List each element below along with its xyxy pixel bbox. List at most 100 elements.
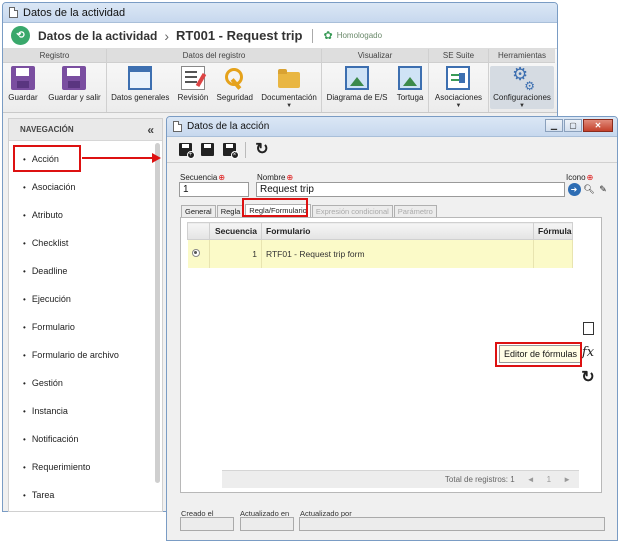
associations-icon — [446, 66, 471, 90]
nav-item-label: Instancia — [31, 406, 68, 416]
image-icon — [398, 66, 423, 90]
tab-expresion-condicional[interactable]: Expresión condicional — [311, 205, 393, 217]
nav-item-label: Gestión — [31, 378, 63, 388]
refresh-icon[interactable]: ↻ — [580, 367, 596, 387]
sequence-field[interactable]: 1 — [179, 182, 249, 197]
search-icon[interactable]: 🔍︎ — [582, 182, 596, 197]
updated-field — [240, 517, 294, 531]
io-diagram-button[interactable]: Diagrama de E/S — [324, 66, 391, 102]
next-page-button[interactable]: ► — [563, 475, 571, 484]
column-formulario[interactable]: Formulario — [261, 222, 534, 240]
document-icon — [9, 7, 18, 18]
bullet-icon: • — [23, 350, 26, 360]
nav-scrollbar[interactable] — [155, 143, 160, 483]
nav-item-label: Formulario de archivo — [31, 350, 119, 360]
table-row[interactable]: 1 RTF01 - Request trip form — [187, 239, 573, 268]
associations-button[interactable]: Asociaciones ▼ — [432, 66, 485, 109]
required-icon: ⊕ — [218, 173, 226, 182]
grid-footer: Total de registros: 1 ◄ 1 ► — [222, 470, 579, 488]
documentation-button[interactable]: Documentación ▼ — [258, 66, 320, 109]
bullet-icon: • — [23, 322, 26, 332]
chevron-down-icon: ▼ — [519, 103, 525, 109]
nav-item-tarea[interactable]: • Tarea — [9, 481, 162, 509]
chevron-down-icon: ▼ — [455, 103, 462, 109]
bullet-icon: • — [23, 462, 26, 472]
created-field — [180, 517, 234, 531]
tab-regla[interactable]: Regla — [216, 205, 245, 217]
navigation-header: NAVEGACIÓN « — [9, 119, 162, 141]
associations-label: Asociaciones — [434, 93, 483, 102]
minimize-button[interactable]: ▁ — [545, 119, 563, 132]
required-icon: ⊕ — [586, 173, 594, 182]
save-and-exit-button[interactable]: Guardar y salir — [45, 66, 103, 102]
nav-item-instancia[interactable]: • Instancia — [9, 397, 162, 425]
forms-table: Secuencia Formulario Fórmula 1 RTF01 - R… — [187, 222, 573, 268]
save-close-button[interactable]: × — [220, 141, 239, 159]
security-label: Seguridad — [216, 93, 254, 102]
configurations-button[interactable]: Configuraciones ▼ — [490, 64, 554, 109]
header-divider — [312, 28, 314, 43]
save-button[interactable]: Guardar — [5, 66, 40, 102]
save-button[interactable] — [198, 141, 216, 159]
nav-item-checklist[interactable]: • Checklist — [9, 229, 162, 257]
tab-parametro[interactable]: Parámetro — [393, 205, 437, 217]
nav-item-label: Atributo — [31, 210, 63, 220]
nav-item-label: Formulario — [31, 322, 75, 332]
turtle-button[interactable]: Tortuga — [394, 66, 427, 102]
breadcrumb-separator: › — [164, 27, 170, 44]
maximize-button[interactable]: ▢ — [564, 119, 582, 132]
highlight-tooltip — [495, 342, 582, 367]
bullet-icon: • — [23, 182, 26, 192]
bullet-icon: • — [23, 406, 26, 416]
column-formula[interactable]: Fórmula — [533, 222, 573, 240]
general-data-button[interactable]: Datos generales — [108, 66, 172, 102]
chevron-down-icon: ▼ — [286, 103, 293, 109]
window-controls: ▁ ▢ ✕ — [545, 119, 613, 132]
refresh-button[interactable]: ↻ — [253, 141, 271, 159]
column-select[interactable] — [187, 222, 210, 240]
nav-item-ejecucion[interactable]: • Ejecución — [9, 285, 162, 313]
close-button[interactable]: ✕ — [583, 119, 613, 132]
nav-item-label: Deadline — [31, 266, 68, 276]
navigation-list: • Acción • Asociación • Atributo • Checklist… — [9, 145, 162, 509]
cell-formula — [533, 239, 573, 268]
table-header: Secuencia Formulario Fórmula — [187, 222, 573, 240]
ribbon-toolbar: Registro Guardar Guardar y salir Datos d… — [3, 49, 557, 113]
collapse-icon[interactable]: « — [147, 123, 154, 137]
bullet-icon: • — [23, 238, 26, 248]
column-secuencia[interactable]: Secuencia — [209, 222, 262, 240]
prev-page-button[interactable]: ◄ — [527, 475, 535, 484]
view-form-icon[interactable] — [583, 322, 594, 335]
radio-button[interactable] — [191, 248, 200, 257]
tab-general[interactable]: General — [181, 205, 216, 217]
ribbon-group-title: Datos del registro — [107, 49, 321, 63]
formula-editor-icon[interactable]: fx — [580, 345, 596, 360]
nav-item-gestion[interactable]: • Gestión — [9, 369, 162, 397]
bullet-icon: • — [23, 490, 26, 500]
revision-button[interactable]: Revisión — [175, 66, 212, 102]
name-field[interactable]: Request trip — [256, 182, 565, 197]
nav-item-atributo[interactable]: • Atributo — [9, 201, 162, 229]
nav-item-deadline[interactable]: • Deadline — [9, 257, 162, 285]
nav-item-asociacion[interactable]: • Asociación — [9, 173, 162, 201]
document-icon — [173, 121, 182, 132]
nav-item-formulario[interactable]: • Formulario — [9, 313, 162, 341]
window-icon — [128, 66, 153, 90]
approved-icon: ✿ — [323, 30, 333, 42]
callout-arrow-line — [82, 157, 154, 159]
save-new-button[interactable]: + — [176, 141, 195, 159]
record-header: ⟲ Datos de la actividad › RT001 - Reques… — [3, 23, 557, 49]
row-radio[interactable] — [187, 239, 210, 268]
section-title: Datos de la actividad — [38, 28, 158, 43]
ribbon-group-visualizar: Visualizar Diagrama de E/S Tortuga — [322, 49, 429, 112]
nav-item-label: Requerimiento — [31, 462, 91, 472]
icon-picker[interactable]: ➜ — [567, 182, 581, 197]
clear-icon[interactable]: ✎ — [596, 182, 610, 197]
io-diagram-label: Diagrama de E/S — [326, 93, 388, 102]
nav-item-formulario-archivo[interactable]: • Formulario de archivo — [9, 341, 162, 369]
nav-item-notificacion[interactable]: • Notificación — [9, 425, 162, 453]
page-number: 1 — [546, 475, 552, 484]
record-title: RT001 - Request trip — [176, 28, 303, 43]
security-button[interactable]: Seguridad — [214, 66, 256, 102]
nav-item-requerimiento[interactable]: • Requerimiento — [9, 453, 162, 481]
